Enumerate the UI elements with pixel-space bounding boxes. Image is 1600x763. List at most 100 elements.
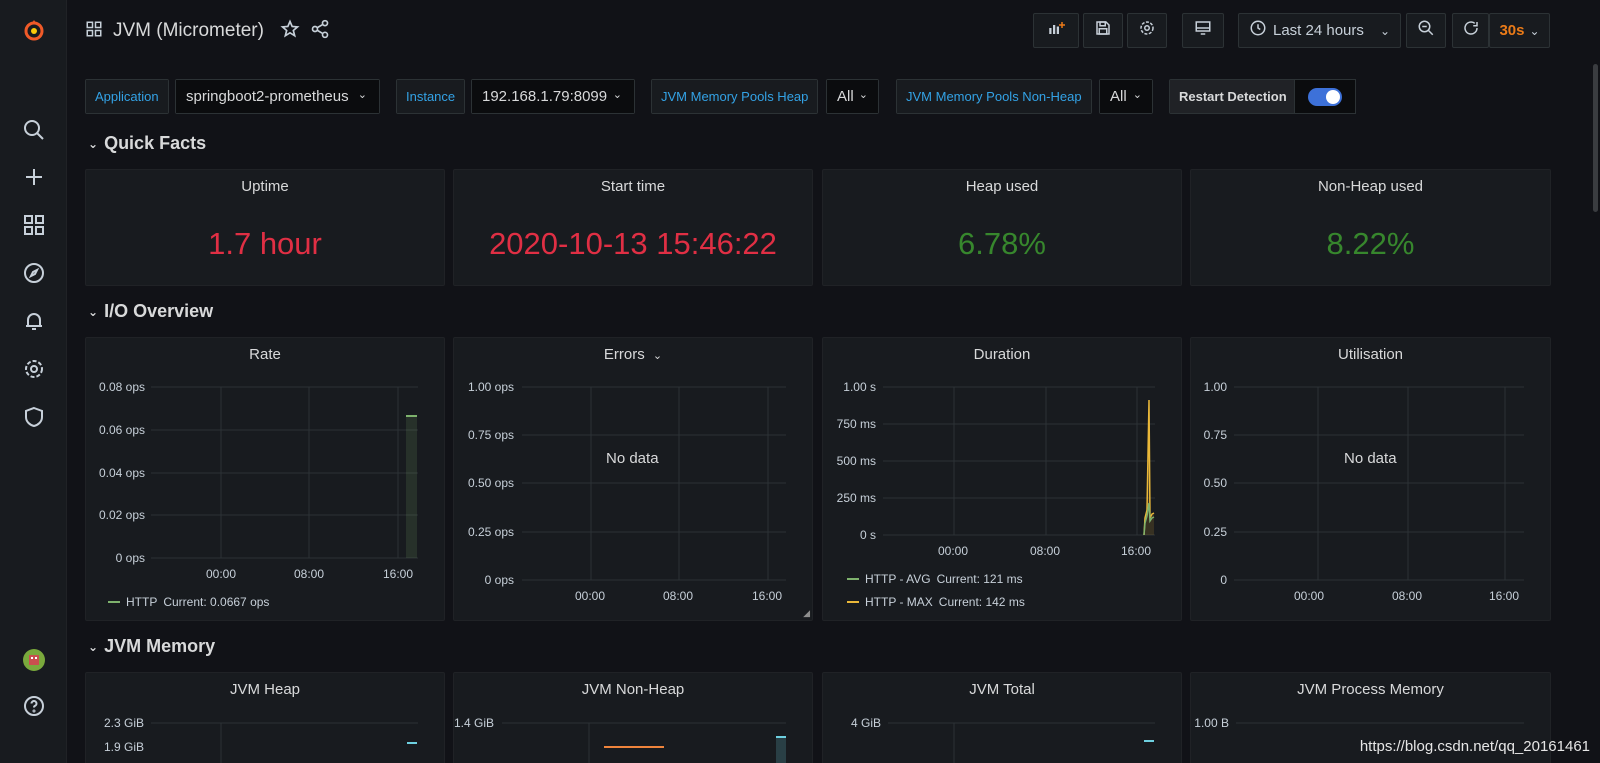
- variable-value: All: [1100, 80, 1152, 113]
- graph-panel-utilisation[interactable]: Utilisation No data 1.00 0.75 0.50 0.25 …: [1190, 337, 1551, 621]
- graph-panel-jvm-total[interactable]: JVM Total 4 GiB: [822, 672, 1182, 763]
- legend-name: HTTP - MAX: [865, 595, 933, 609]
- series-area-http: [406, 416, 417, 558]
- settings-gear-icon[interactable]: [0, 349, 67, 389]
- restart-detection-toggle[interactable]: [1294, 79, 1356, 114]
- dashboards-icon[interactable]: [0, 205, 67, 245]
- time-range-picker[interactable]: Last 24 hours ⌄: [1238, 13, 1401, 48]
- dashboard-settings-button[interactable]: [1127, 13, 1167, 48]
- y-tick: 500 ms: [836, 454, 876, 468]
- series-area: [776, 737, 786, 763]
- row-io-overview[interactable]: ⌄ I/O Overview: [88, 301, 213, 322]
- grafana-logo-icon[interactable]: [0, 10, 67, 50]
- variable-value: 192.168.1.79:8099: [472, 80, 634, 113]
- x-tick: 08:00: [294, 567, 325, 581]
- refresh-icon: [1462, 19, 1480, 42]
- clock-icon: [1249, 19, 1267, 42]
- jvm-heap-chart: [151, 722, 418, 763]
- add-panel-button[interactable]: [1033, 13, 1079, 48]
- y-tick: 0.02 ops: [98, 508, 145, 522]
- row-title: JVM Memory: [104, 636, 216, 656]
- x-tick: 16:00: [1121, 544, 1152, 558]
- y-tick: 0: [1220, 573, 1227, 587]
- instance-select[interactable]: 192.168.1.79:8099 ⌄: [471, 79, 635, 114]
- graph-panel-jvm-non-heap[interactable]: JVM Non-Heap 1.4 GiB: [453, 672, 813, 763]
- chevron-down-icon: ⌄: [1132, 89, 1142, 101]
- y-tick: 0 ops: [484, 573, 514, 587]
- x-tick: 08:00: [1030, 544, 1061, 558]
- stat-panel-heap-used[interactable]: Heap used 6.78%: [822, 169, 1182, 286]
- stat-value: 6.78%: [958, 226, 1046, 261]
- variable-jvm-memory-pools-non-heap: JVM Memory Pools Non-Heap: [896, 79, 1092, 114]
- panel-title: Heap used: [965, 178, 1039, 195]
- zoom-out-button[interactable]: [1406, 13, 1446, 48]
- refresh-button[interactable]: [1452, 13, 1489, 48]
- legend-swatch: [847, 601, 859, 603]
- explore-compass-icon[interactable]: [0, 253, 67, 293]
- search-icon[interactable]: [0, 110, 67, 150]
- legend-item-http[interactable]: HTTP Current: 0.0667 ops: [108, 595, 269, 609]
- legend-current: Current: 142 ms: [938, 595, 1025, 609]
- variable-value: All: [827, 80, 878, 113]
- y-tick: 0 ops: [115, 551, 145, 565]
- alerting-bell-icon[interactable]: [0, 301, 67, 341]
- row-quick-facts[interactable]: ⌄ Quick Facts: [88, 133, 206, 154]
- y-tick: 750 ms: [836, 417, 876, 431]
- variable-label: JVM Memory Pools Heap: [652, 80, 818, 113]
- star-icon[interactable]: [280, 18, 300, 44]
- y-tick: 0.75 ops: [467, 428, 514, 442]
- y-tick: 0.04 ops: [98, 466, 145, 480]
- jvm-memory-pools-heap-select[interactable]: All ⌄: [826, 79, 879, 114]
- jvm-memory-pools-non-heap-select[interactable]: All ⌄: [1099, 79, 1153, 114]
- user-avatar[interactable]: [0, 640, 67, 680]
- help-icon[interactable]: [0, 686, 67, 726]
- y-tick: 1.00 s: [843, 380, 876, 394]
- y-tick: 0.50: [1203, 476, 1227, 490]
- stat-panel-uptime[interactable]: Uptime 1.7 hour: [85, 169, 445, 286]
- y-tick: 1.00: [1203, 380, 1227, 394]
- legend-swatch: [847, 578, 859, 580]
- y-tick: 0.06 ops: [98, 423, 145, 437]
- panel-title: Uptime: [241, 178, 289, 195]
- share-icon[interactable]: [310, 19, 330, 44]
- chevron-down-icon: ⌄: [612, 89, 622, 101]
- panel-title: Non-Heap used: [1317, 178, 1424, 195]
- dashboard-title[interactable]: JVM (Micrometer): [113, 20, 264, 42]
- stat-panel-start-time[interactable]: Start time 2020-10-13 15:46:22: [453, 169, 813, 286]
- chevron-down-icon: ⌄: [88, 639, 99, 654]
- no-data-label: No data: [606, 450, 659, 467]
- save-dashboard-button[interactable]: [1083, 13, 1123, 48]
- graph-panel-errors[interactable]: Errors ⌄ No data 1.00 ops 0.75 ops 0.50 …: [453, 337, 813, 621]
- graph-panel-duration[interactable]: Duration 1.00 s 750 ms 500 ms 250 ms 0 s…: [822, 337, 1182, 621]
- monitor-icon: [1194, 19, 1212, 42]
- legend-item-http-avg[interactable]: HTTP - AVG Current: 121 ms: [847, 572, 1023, 586]
- chevron-down-icon: ⌄: [858, 89, 868, 101]
- stat-value: 1.7 hour: [208, 226, 322, 261]
- stat-panel-non-heap-used[interactable]: Non-Heap used 8.22%: [1190, 169, 1551, 286]
- graph-panel-rate[interactable]: Rate 0.08 ops 0.06 ops 0.04 ops 0.02 ops…: [85, 337, 445, 621]
- toggle-track: [1308, 87, 1342, 106]
- x-tick: 00:00: [938, 544, 969, 558]
- refresh-interval-picker[interactable]: 30s ⌄: [1489, 13, 1550, 48]
- variable-jvm-memory-pools-heap: JVM Memory Pools Heap: [651, 79, 819, 114]
- y-tick: 0.25: [1203, 525, 1227, 539]
- variable-label: Application: [86, 80, 168, 113]
- legend-swatch: [108, 601, 120, 603]
- page-scrollbar[interactable]: [1593, 64, 1598, 212]
- dashboard-title-area: JVM (Micrometer): [85, 16, 330, 46]
- x-tick: 00:00: [206, 567, 237, 581]
- x-tick: 00:00: [575, 589, 606, 603]
- shield-icon[interactable]: [0, 397, 67, 437]
- legend-item-http-max[interactable]: HTTP - MAX Current: 142 ms: [847, 595, 1025, 609]
- row-title: I/O Overview: [104, 301, 214, 321]
- row-jvm-memory[interactable]: ⌄ JVM Memory: [88, 636, 215, 657]
- no-data-label: No data: [1344, 450, 1397, 467]
- graph-panel-jvm-heap[interactable]: JVM Heap 2.3 GiB 1.9 GiB: [85, 672, 445, 763]
- plus-icon[interactable]: [0, 157, 67, 197]
- resize-handle-icon[interactable]: ◢: [803, 608, 810, 619]
- jvm-non-heap-chart: [502, 722, 786, 763]
- y-tick: 0.75: [1203, 428, 1227, 442]
- application-select[interactable]: springboot2-prometheus ⌄: [175, 79, 380, 114]
- legend-name: HTTP - AVG: [865, 572, 931, 586]
- view-mode-button[interactable]: [1182, 13, 1224, 48]
